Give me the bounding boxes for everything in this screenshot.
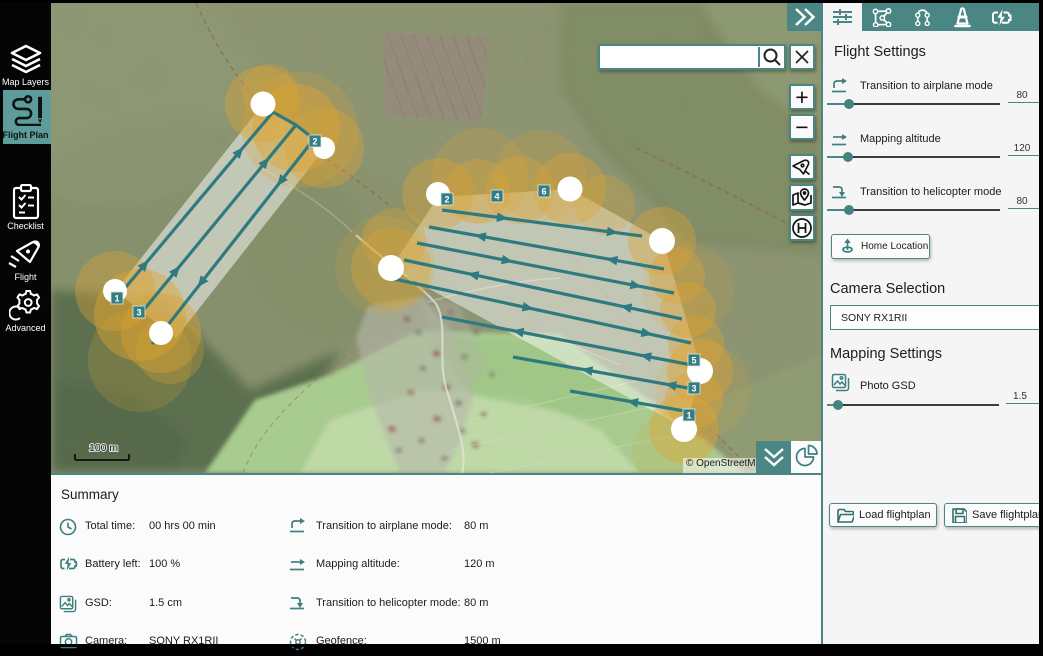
- svg-text:3: 3: [136, 308, 141, 318]
- svg-text:1: 1: [114, 294, 119, 304]
- svg-text:5: 5: [691, 356, 696, 366]
- svg-text:2: 2: [444, 195, 449, 205]
- svg-text:2: 2: [312, 137, 317, 147]
- svg-text:3: 3: [691, 384, 696, 394]
- svg-text:4: 4: [494, 192, 499, 202]
- svg-text:6: 6: [541, 187, 546, 197]
- svg-text:100 m: 100 m: [89, 442, 118, 454]
- svg-text:1: 1: [686, 411, 691, 421]
